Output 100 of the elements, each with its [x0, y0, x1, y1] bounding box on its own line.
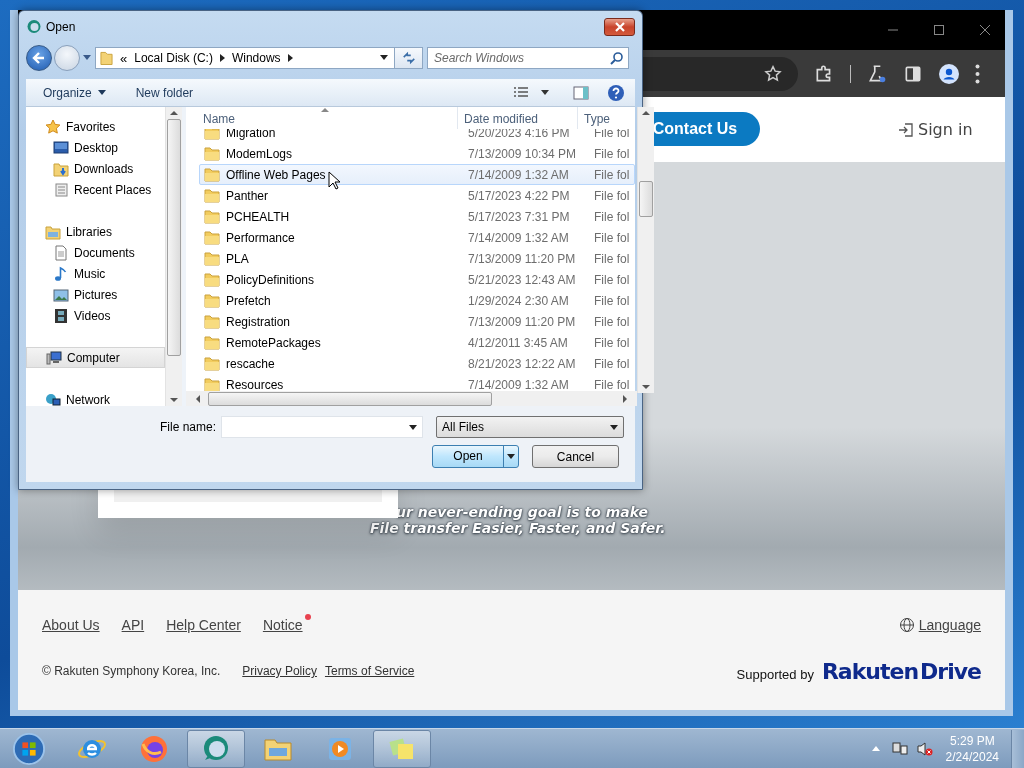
file-row[interactable]: Panther 5/17/2023 4:22 PM File fol — [199, 185, 635, 206]
breadcrumb-overflow[interactable]: « — [120, 50, 128, 66]
nav-item[interactable]: Computer — [26, 347, 165, 368]
dropdown-arrow-icon[interactable] — [541, 90, 549, 95]
nav-item[interactable]: Pictures — [26, 284, 165, 305]
date-cell-text: 7/14/2009 1:32 AM — [467, 230, 570, 245]
folder-icon — [204, 251, 220, 266]
taskbar-button[interactable] — [373, 729, 431, 768]
search-icon — [610, 51, 624, 65]
file-row[interactable]: Resources 7/14/2009 1:32 AM File fol — [199, 374, 635, 391]
show-desktop-button[interactable] — [1011, 729, 1024, 768]
chevron-right-icon[interactable] — [219, 54, 225, 62]
footer-link[interactable]: Notice — [262, 617, 309, 633]
help-icon[interactable] — [607, 83, 625, 102]
file-name: PolicyDefinitions — [226, 272, 315, 287]
refresh-arrows-icon — [401, 51, 416, 65]
back-button[interactable] — [26, 45, 52, 71]
file-row[interactable]: PCHEALTH 5/17/2023 7:31 PM File fol — [199, 206, 635, 227]
nav-item[interactable]: Recent Places — [26, 179, 165, 200]
nav-item[interactable]: Videos — [26, 305, 165, 326]
footer-link[interactable]: API — [121, 617, 145, 633]
computer-icon — [46, 349, 62, 366]
show-hidden-icons-icon[interactable] — [871, 746, 880, 751]
preview-pane-icon[interactable] — [573, 85, 589, 100]
date-cell-text: 8/21/2023 12:22 AM — [467, 356, 577, 371]
open-button[interactable]: Open — [432, 445, 519, 468]
file-row[interactable]: rescache 8/21/2023 12:22 AM File fol — [199, 353, 635, 374]
music-note-icon — [53, 265, 69, 282]
file-row[interactable]: PolicyDefinitions 5/21/2023 12:43 AM File fol — [199, 269, 635, 290]
nav-item[interactable]: Desktop — [26, 137, 165, 158]
dropdown-arrow-icon[interactable] — [380, 55, 388, 61]
nav-item[interactable]: Music — [26, 263, 165, 284]
address-bar[interactable]: « Local Disk (C:) Windows — [95, 47, 395, 69]
network-icon[interactable] — [891, 740, 908, 757]
caret-down-icon — [507, 454, 515, 459]
column-header[interactable]: Type — [578, 107, 618, 129]
footer-link[interactable]: About Us — [42, 617, 100, 633]
file-row[interactable]: PLA 7/13/2009 11:20 PM File fol — [199, 248, 635, 269]
sign-in-icon — [898, 121, 914, 138]
nav-item[interactable]: Network — [26, 389, 165, 406]
scrollbar[interactable] — [186, 391, 637, 406]
file-name: rescache — [226, 356, 275, 371]
tagline-text: File transfer Easier, Faster, and Safer. — [370, 520, 666, 536]
folder-icon — [204, 314, 220, 329]
file-row[interactable]: Registration 7/13/2009 11:20 PM File fol — [199, 311, 635, 332]
breadcrumb-item[interactable]: Windows — [231, 51, 281, 65]
file-row[interactable]: Performance 7/14/2009 1:32 AM File fol — [199, 227, 635, 248]
file-row[interactable]: ModemLogs 7/13/2009 10:34 PM File fol — [199, 143, 635, 164]
legal-link[interactable]: Privacy Policy — [242, 664, 317, 678]
mouse-pointer-icon — [328, 171, 340, 190]
recent-places-icon — [53, 181, 69, 198]
cancel-button[interactable]: Cancel — [532, 445, 619, 468]
new-folder-button[interactable]: New folder — [135, 85, 194, 100]
document-icon — [53, 244, 69, 261]
nav-item[interactable]: Libraries — [26, 221, 165, 242]
scrollbar[interactable] — [637, 107, 654, 393]
footer-link[interactable]: Help Center — [166, 617, 241, 633]
chevron-right-icon[interactable] — [287, 54, 293, 62]
breadcrumb-item[interactable]: Local Disk (C:) — [134, 51, 213, 65]
language-link[interactable]: Language — [918, 617, 981, 633]
close-button[interactable] — [604, 18, 635, 36]
refresh-button[interactable] — [395, 47, 423, 69]
file-row[interactable]: RemotePackages 4/12/2011 3:45 AM File fol — [199, 332, 635, 353]
close-icon[interactable] — [979, 24, 991, 36]
profile-avatar-icon[interactable] — [939, 63, 959, 84]
folder-icon — [204, 188, 220, 203]
view-list-icon[interactable] — [513, 85, 529, 100]
menu-icon[interactable] — [975, 63, 980, 84]
sign-in-button[interactable]: Sign in — [898, 120, 973, 139]
desktop-icon — [53, 139, 69, 156]
nav-item[interactable]: Documents — [26, 242, 165, 263]
copyright-text: © Rakuten Symphony Korea, Inc. — [42, 664, 221, 678]
file-type-dropdown[interactable]: All Files — [436, 416, 624, 438]
file-row[interactable]: Prefetch 1/29/2024 2:30 AM File fol — [199, 290, 635, 311]
search-field[interactable]: Search Windows — [427, 47, 629, 69]
maximize-icon[interactable] — [933, 24, 945, 36]
organize-menu[interactable]: Organize — [43, 85, 106, 100]
flask-icon[interactable] — [867, 63, 887, 84]
caret-down-icon[interactable] — [409, 424, 417, 430]
scrollbar[interactable] — [165, 107, 182, 406]
file-name: Offline Web Pages — [226, 167, 326, 182]
column-header[interactable]: Date modified — [458, 107, 578, 129]
type-cell-text: File fol — [593, 356, 631, 371]
legal-link[interactable]: Terms of Service — [324, 664, 415, 678]
taskbar-button[interactable] — [187, 729, 245, 768]
fox-globe-icon[interactable] — [139, 733, 169, 764]
type-cell-text: File fol — [593, 167, 631, 182]
folder-icon — [204, 146, 220, 161]
nav-item[interactable]: Favorites — [26, 116, 165, 137]
file-row[interactable]: Offline Web Pages 7/14/2009 1:32 AM File fol — [199, 164, 635, 185]
nav-item[interactable]: Downloads — [26, 158, 165, 179]
date-cell-text: 5/21/2023 12:43 AM — [467, 272, 577, 287]
star-icon[interactable] — [764, 64, 782, 83]
type-cell-text: File fol — [593, 377, 631, 391]
speaker-muted-icon[interactable] — [916, 740, 933, 757]
date-cell-text: 7/13/2009 10:34 PM — [467, 146, 578, 161]
folder-icon — [204, 230, 220, 245]
file-name: Panther — [226, 188, 269, 203]
file-name-field[interactable] — [221, 416, 423, 438]
date-cell-text: 5/17/2023 4:22 PM — [467, 188, 571, 203]
